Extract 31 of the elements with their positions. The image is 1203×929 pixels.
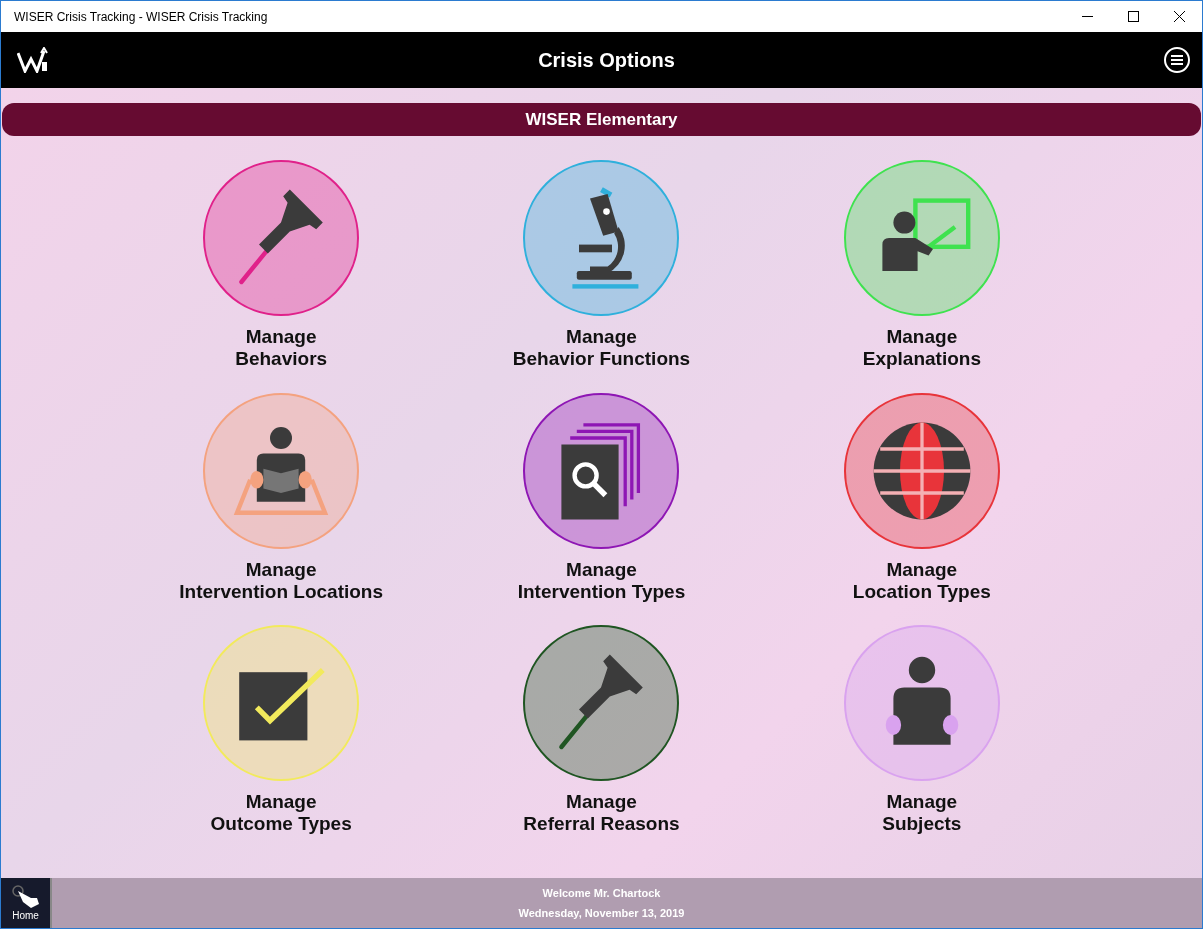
menu-button[interactable]: [1164, 47, 1190, 73]
home-button[interactable]: Home: [1, 878, 52, 928]
maximize-icon: [1127, 11, 1139, 22]
menu-tile[interactable]: Manage Intervention Locations: [121, 392, 442, 626]
menu-icon: [1171, 55, 1183, 65]
tile-label: Manage Behavior Functions: [512, 326, 691, 370]
minimize-icon: [1081, 16, 1093, 17]
menu-tile[interactable]: Manage Location Types: [761, 392, 1082, 626]
menu-tile[interactable]: Manage Behaviors: [121, 160, 442, 393]
window-title: WISER Crisis Tracking - WISER Crisis Tracking: [13, 8, 268, 26]
page-title: Crisis Options: [538, 48, 675, 73]
logo-icon: [17, 47, 49, 73]
close-icon: [1173, 11, 1185, 22]
date-text: Wednesday, November 13, 2019: [518, 905, 685, 921]
tile-label: Manage Explanations: [862, 326, 981, 370]
menu-tile[interactable]: Manage Behavior Functions: [441, 160, 762, 393]
tile-label: Manage Outcome Types: [210, 791, 352, 836]
tile-label: Manage Behaviors: [235, 326, 328, 370]
menu-tile[interactable]: Manage Intervention Types: [441, 392, 762, 626]
tile-label: Manage Referral Reasons: [523, 791, 680, 836]
welcome-text: Welcome Mr. Chartock: [542, 886, 661, 901]
tile-label: Manage Subjects: [882, 791, 962, 836]
menu-tile[interactable]: Manage Outcome Types: [121, 625, 442, 858]
pointing-hand-icon: [10, 884, 41, 908]
school-name: WISER Elementary: [525, 108, 678, 131]
menu-tile[interactable]: Manage Referral Reasons: [441, 625, 762, 858]
tile-label: Manage Intervention Locations: [179, 558, 384, 603]
menu-tile[interactable]: Manage Explanations: [761, 160, 1082, 393]
tile-label: Manage Location Types: [852, 558, 991, 603]
tile-label: Manage Intervention Types: [517, 558, 686, 603]
menu-tile[interactable]: Manage Subjects: [761, 625, 1082, 858]
